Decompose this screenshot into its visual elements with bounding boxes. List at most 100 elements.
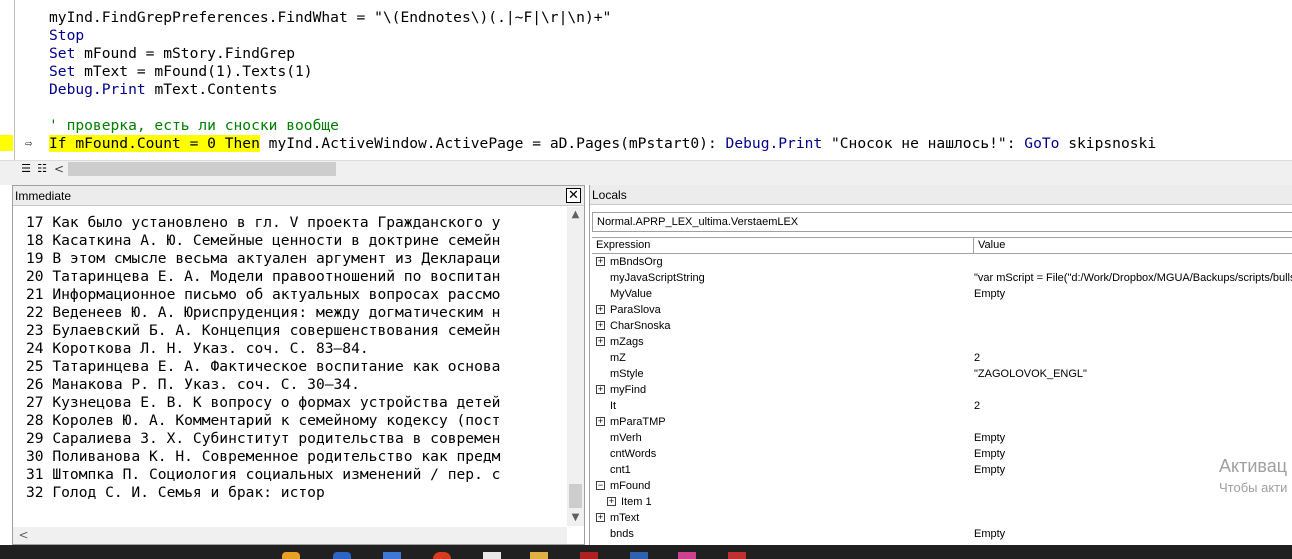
full-module-view-icon[interactable]: ☷ xyxy=(34,161,50,177)
locals-value[interactable]: Empty xyxy=(974,446,1005,462)
locals-value[interactable]: Empty xyxy=(974,286,1005,302)
code-window[interactable]: ⇨ myInd.FindGrepPreferences.FindWhat = "… xyxy=(0,0,1292,178)
taskbar-app-icon[interactable] xyxy=(678,552,696,559)
locals-row[interactable]: + CharSnoska xyxy=(592,318,1292,334)
locals-row[interactable]: myJavaScriptString "var mScript = File("d… xyxy=(592,270,1292,286)
code-comment: ' проверка, есть ли сноски вообще xyxy=(49,117,339,134)
locals-value[interactable]: 2 xyxy=(974,398,980,414)
locals-row[interactable]: + mBndsOrg xyxy=(592,254,1292,270)
pane-splitter[interactable] xyxy=(0,178,1292,185)
taskbar-app-icon[interactable] xyxy=(383,552,401,559)
immediate-vscroll-thumb[interactable] xyxy=(569,484,582,508)
procedure-view-icon[interactable]: ☰ xyxy=(18,161,34,177)
immediate-output[interactable]: 17 Как было установлено в гл. V проекта … xyxy=(26,214,564,502)
code-keyword: Set xyxy=(49,63,76,80)
taskbar-app-icon[interactable] xyxy=(728,552,746,559)
locals-row[interactable]: cntWords Empty xyxy=(592,446,1292,462)
code-horizontal-scrollbar[interactable]: ☰ ☷ < xyxy=(0,160,1292,178)
immediate-line: 30 Поливанова К. Н. Современное родитель… xyxy=(26,448,501,465)
locals-row[interactable]: cnt1 Empty xyxy=(592,462,1292,478)
expand-icon[interactable]: + xyxy=(596,513,605,522)
locals-value[interactable]: Empty xyxy=(974,430,1005,446)
locals-expression: myFind xyxy=(610,384,647,396)
locals-row[interactable]: + ParaSlova xyxy=(592,302,1292,318)
locals-value[interactable]: 2 xyxy=(974,350,980,366)
immediate-vertical-scrollbar[interactable]: ▲ ▼ xyxy=(567,207,584,526)
locals-value[interactable]: Empty xyxy=(974,462,1005,478)
immediate-horizontal-scrollbar[interactable]: < xyxy=(13,527,567,544)
code-line[interactable]: Debug.Print mText.Contents xyxy=(49,81,1156,99)
taskbar-app-icon[interactable] xyxy=(282,552,300,559)
collapse-icon[interactable]: − xyxy=(596,481,605,490)
code-text: mText.Contents xyxy=(145,81,278,98)
locals-value[interactable]: Empty xyxy=(974,526,1005,542)
scroll-down-arrow-icon[interactable]: ▼ xyxy=(567,510,584,526)
expand-icon[interactable]: + xyxy=(596,385,605,394)
expand-icon[interactable]: + xyxy=(596,337,605,346)
locals-row[interactable]: + myFind xyxy=(592,382,1292,398)
locals-row[interactable]: + mText xyxy=(592,510,1292,526)
execution-pointer-icon: ⇨ xyxy=(25,136,33,150)
code-text: myInd.ActiveWindow.ActivePage = aD.Pages… xyxy=(259,135,726,152)
activation-watermark-text: Чтобы акти xyxy=(1219,480,1288,495)
immediate-window[interactable]: Immediate ✕ 17 Как было установлено в гл… xyxy=(12,185,585,545)
code-margin-indicator-bar[interactable] xyxy=(0,0,15,160)
taskbar-app-icon[interactable] xyxy=(433,552,451,559)
locals-expression: CharSnoska xyxy=(610,320,671,332)
expand-icon[interactable]: + xyxy=(607,497,616,506)
locals-row[interactable]: mStyle "ZAGOLOVOK_ENGL" xyxy=(592,366,1292,382)
code-text: "Сносок не нашлось!": xyxy=(822,135,1025,152)
code-line[interactable]: Stop xyxy=(49,27,1156,45)
locals-window-title: Locals xyxy=(590,185,1292,205)
scroll-up-arrow-icon[interactable]: ▲ xyxy=(567,207,584,223)
taskbar-app-icon[interactable] xyxy=(333,552,351,559)
locals-row[interactable]: − mFound xyxy=(592,478,1292,494)
locals-row[interactable]: + Item 1 xyxy=(592,494,1292,510)
taskbar-app-icon[interactable] xyxy=(630,552,648,559)
locals-expression: mVerh xyxy=(610,432,642,444)
locals-row[interactable]: MyValue Empty xyxy=(592,286,1292,302)
taskbar[interactable] xyxy=(0,545,1292,559)
code-line[interactable]: If mFound.Count = 0 Then myInd.ActiveWin… xyxy=(49,135,1156,153)
expression-column-header[interactable]: Expression xyxy=(596,238,650,252)
locals-expression: mZ xyxy=(610,352,626,364)
immediate-line: 26 Манакова Р. П. Указ. соч. С. 30—34. xyxy=(26,376,360,393)
locals-value[interactable]: "ZAGOLOVOK_ENGL" xyxy=(974,366,1087,382)
code-line[interactable]: ' проверка, есть ли сноски вообще xyxy=(49,117,1156,135)
code-editor[interactable]: myInd.FindGrepPreferences.FindWhat = "\(… xyxy=(49,9,1156,153)
taskbar-app-icon[interactable] xyxy=(530,552,548,559)
locals-column-header: Expression Value xyxy=(592,237,1292,254)
locals-row[interactable]: mVerh Empty xyxy=(592,430,1292,446)
locals-row[interactable]: + mParaTMP xyxy=(592,414,1292,430)
column-divider[interactable] xyxy=(973,238,974,253)
locals-expression: mParaTMP xyxy=(610,416,666,428)
locals-row[interactable]: + mZags xyxy=(592,334,1292,350)
immediate-window-title: Immediate xyxy=(13,186,584,206)
code-line[interactable]: Set mText = mFound(1).Texts(1) xyxy=(49,63,1156,81)
scroll-left-arrow-icon[interactable]: < xyxy=(51,161,67,177)
expand-icon[interactable]: + xyxy=(596,321,605,330)
expand-icon[interactable]: + xyxy=(596,257,605,266)
locals-expression: mZags xyxy=(610,336,644,348)
scroll-left-arrow-icon[interactable]: < xyxy=(15,527,32,543)
locals-value[interactable]: "var mScript = File("d:/Work/Dropbox/MGU… xyxy=(974,270,1292,286)
code-line[interactable]: Set mFound = mStory.FindGrep xyxy=(49,45,1156,63)
locals-context-field[interactable]: Normal.APRP_LEX_ultima.VerstaemLEX xyxy=(592,212,1292,232)
locals-row[interactable]: mZ 2 xyxy=(592,350,1292,366)
code-line[interactable] xyxy=(49,99,1156,117)
locals-window[interactable]: Locals Normal.APRP_LEX_ultima.VerstaemLE… xyxy=(589,185,1292,545)
expand-icon[interactable]: + xyxy=(596,305,605,314)
locals-expression: mBndsOrg xyxy=(610,256,663,268)
taskbar-app-icon[interactable] xyxy=(580,552,598,559)
locals-tree[interactable]: + mBndsOrg myJavaScriptString "var mScript … xyxy=(592,254,1292,542)
code-keyword: Set xyxy=(49,45,76,62)
code-hscroll-thumb[interactable] xyxy=(68,162,336,176)
value-column-header[interactable]: Value xyxy=(978,238,1005,252)
expand-icon[interactable]: + xyxy=(596,417,605,426)
taskbar-app-icon[interactable] xyxy=(483,552,501,559)
code-line[interactable]: myInd.FindGrepPreferences.FindWhat = "\(… xyxy=(49,9,1156,27)
close-icon[interactable]: ✕ xyxy=(566,188,581,203)
locals-row[interactable]: bnds Empty xyxy=(592,526,1292,542)
immediate-line: 19 В этом смысле весьма актуален аргумен… xyxy=(26,250,501,267)
locals-row[interactable]: It 2 xyxy=(592,398,1292,414)
